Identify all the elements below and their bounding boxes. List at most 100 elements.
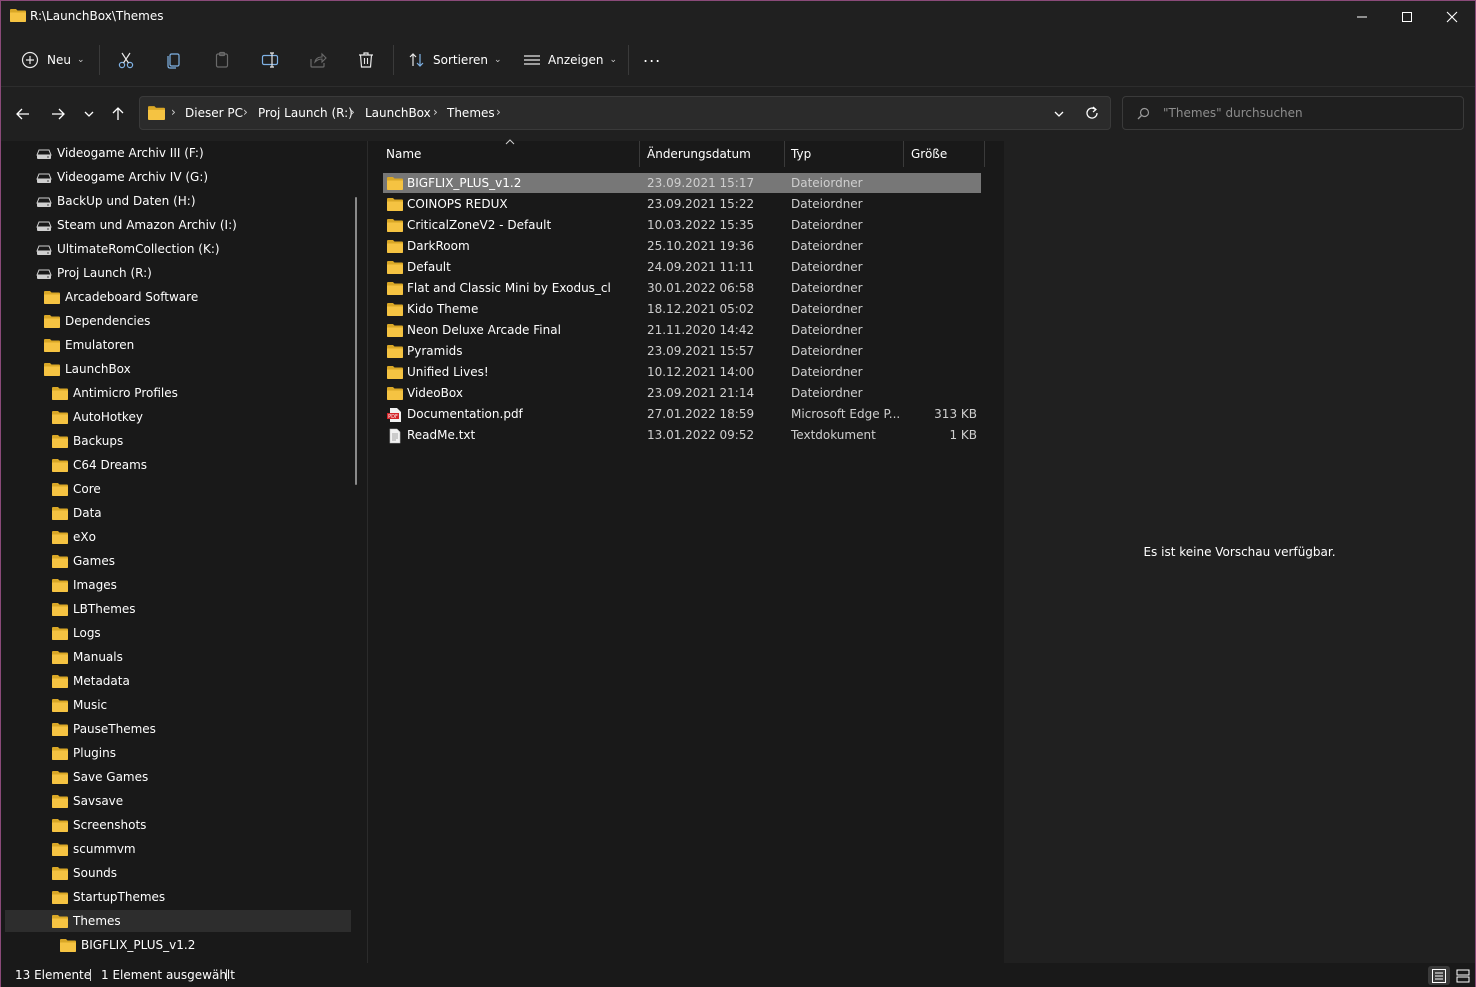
copy-button[interactable]	[162, 48, 186, 72]
file-name: Default	[407, 260, 451, 274]
delete-button[interactable]	[354, 48, 378, 72]
paste-button[interactable]	[210, 48, 234, 72]
nav-item[interactable]: Plugins	[5, 742, 351, 764]
nav-item[interactable]: Manuals	[5, 646, 351, 668]
nav-item[interactable]: BIGFLIX_PLUS_v1.2	[5, 934, 351, 956]
file-row[interactable]: VideoBox 23.09.2021 21:14 Dateiordner	[383, 383, 981, 403]
file-row[interactable]: Kido Theme 18.12.2021 05:02 Dateiordner	[383, 299, 981, 319]
nav-item[interactable]: Games	[5, 550, 351, 572]
nav-item-label: Images	[73, 578, 117, 592]
column-divider[interactable]	[903, 141, 904, 167]
folder-icon	[60, 938, 76, 955]
nav-item[interactable]: Proj Launch (R:)	[5, 262, 351, 284]
up-button[interactable]	[104, 101, 132, 127]
file-row[interactable]: Flat and Classic Mini by Exodus_cl 30.01.…	[383, 278, 981, 298]
nav-item[interactable]: Core	[5, 478, 351, 500]
nav-item[interactable]: Steam und Amazon Archiv (I:)	[5, 214, 351, 236]
rename-button[interactable]	[258, 48, 282, 72]
cut-button[interactable]	[114, 48, 138, 72]
nav-item[interactable]: Videogame Archiv IV (G:)	[5, 166, 351, 188]
nav-item[interactable]: LaunchBox	[5, 358, 351, 380]
nav-item-label: Plugins	[73, 746, 116, 760]
nav-item[interactable]: Images	[5, 574, 351, 596]
breadcrumb-chevron-icon[interactable]: ›	[171, 105, 176, 119]
nav-item[interactable]: Music	[5, 694, 351, 716]
file-row[interactable]: PDF Documentation.pdf 27.01.2022 18:59 Micr…	[383, 404, 981, 424]
nav-item-label: Videogame Archiv IV (G:)	[57, 170, 209, 184]
nav-item[interactable]: Save Games	[5, 766, 351, 788]
breadcrumb-dieser-pc[interactable]: Dieser PC	[185, 106, 243, 120]
nav-item[interactable]: Dependencies	[5, 310, 351, 332]
nav-item[interactable]: Videogame Archiv III (F:)	[5, 142, 351, 164]
nav-item[interactable]: Themes	[5, 910, 351, 932]
share-button[interactable]	[306, 48, 330, 72]
nav-item[interactable]: BackUp und Daten (H:)	[5, 190, 351, 212]
nav-item[interactable]: Backups	[5, 430, 351, 452]
navigation-pane-scrollbar[interactable]	[355, 197, 357, 485]
file-row[interactable]: BIGFLIX_PLUS_v1.2 23.09.2021 15:17 Dateior…	[383, 173, 981, 193]
nav-item[interactable]: Arcadeboard Software	[5, 286, 351, 308]
chevron-down-icon: ⌄	[493, 55, 502, 65]
file-row[interactable]: Default 24.09.2021 11:11 Dateiordner	[383, 257, 981, 277]
more-options-button[interactable]: ...	[643, 41, 661, 71]
nav-item[interactable]: Sounds	[5, 862, 351, 884]
nav-item[interactable]: Savsave	[5, 790, 351, 812]
breadcrumb-chevron-icon[interactable]: ›	[350, 105, 355, 119]
column-divider[interactable]	[984, 141, 985, 167]
nav-item[interactable]: UltimateRomCollection (K:)	[5, 238, 351, 260]
folder-icon	[52, 843, 68, 856]
nav-item[interactable]: Antimicro Profiles	[5, 382, 351, 404]
file-row[interactable]: COINOPS REDUX 23.09.2021 15:22 Dateiordner	[383, 194, 981, 214]
file-row[interactable]: Pyramids 23.09.2021 15:57 Dateiordner	[383, 341, 981, 361]
file-date: 23.09.2021 15:22	[647, 197, 755, 211]
breadcrumb-chevron-icon[interactable]: ›	[496, 105, 501, 119]
address-bar[interactable]: › Dieser PC › Proj Launch (R:) › LaunchB…	[139, 96, 1111, 130]
file-row[interactable]: DarkRoom 25.10.2021 19:36 Dateiordner	[383, 236, 981, 256]
forward-button[interactable]	[44, 101, 72, 127]
breadcrumb-proj-launch[interactable]: Proj Launch (R:)	[258, 106, 353, 120]
maximize-button[interactable]	[1384, 1, 1430, 33]
column-header-name[interactable]: Name	[386, 147, 421, 161]
search-input[interactable]: "Themes" durchsuchen	[1122, 96, 1464, 130]
details-view-button[interactable]	[1428, 966, 1450, 985]
file-row[interactable]: CriticalZoneV2 - Default 10.03.2022 15:35…	[383, 215, 981, 235]
folder-icon	[52, 530, 68, 547]
nav-item[interactable]: Logs	[5, 622, 351, 644]
column-header-date[interactable]: Änderungsdatum	[647, 147, 751, 161]
new-button[interactable]: Neu ⌄	[21, 45, 85, 75]
nav-item[interactable]: Data	[5, 502, 351, 524]
nav-item[interactable]: AutoHotkey	[5, 406, 351, 428]
breadcrumb-chevron-icon[interactable]: ›	[243, 105, 248, 119]
file-row[interactable]: Unified Lives! 10.12.2021 14:00 Dateiordne…	[383, 362, 981, 382]
column-divider[interactable]	[784, 141, 785, 167]
nav-item[interactable]: Screenshots	[5, 814, 351, 836]
column-divider[interactable]	[639, 141, 640, 167]
close-button[interactable]	[1429, 1, 1475, 33]
nav-item[interactable]: scummvm	[5, 838, 351, 860]
nav-item[interactable]: Metadata	[5, 670, 351, 692]
nav-item-label: UltimateRomCollection (K:)	[57, 242, 220, 256]
recent-locations-button[interactable]	[75, 101, 103, 127]
nav-item[interactable]: LBThemes	[5, 598, 351, 620]
breadcrumb-chevron-icon[interactable]: ›	[433, 105, 438, 119]
nav-item[interactable]: C64 Dreams	[5, 454, 351, 476]
column-header-type[interactable]: Typ	[791, 147, 811, 161]
chevron-down-icon[interactable]	[1053, 108, 1065, 120]
refresh-icon[interactable]	[1085, 106, 1099, 120]
file-row[interactable]: Neon Deluxe Arcade Final 21.11.2020 14:42…	[383, 320, 981, 340]
view-button[interactable]: Anzeigen ⌄	[523, 45, 617, 75]
window-title: R:\LaunchBox\Themes	[30, 9, 164, 23]
arrow-right-icon	[52, 108, 65, 120]
tiles-view-button[interactable]	[1452, 966, 1474, 985]
sort-button[interactable]: Sortieren ⌄	[408, 45, 502, 75]
minimize-button[interactable]	[1339, 1, 1385, 33]
column-header-size[interactable]: Größe	[911, 147, 947, 161]
breadcrumb-themes[interactable]: Themes	[447, 106, 495, 120]
back-button[interactable]	[9, 101, 37, 127]
file-row[interactable]: ReadMe.txt 13.01.2022 09:52 Textdokument 1 …	[383, 425, 981, 445]
nav-item[interactable]: PauseThemes	[5, 718, 351, 740]
breadcrumb-launchbox[interactable]: LaunchBox	[365, 106, 431, 120]
nav-item[interactable]: eXo	[5, 526, 351, 548]
nav-item[interactable]: StartupThemes	[5, 886, 351, 908]
nav-item[interactable]: Emulatoren	[5, 334, 351, 356]
